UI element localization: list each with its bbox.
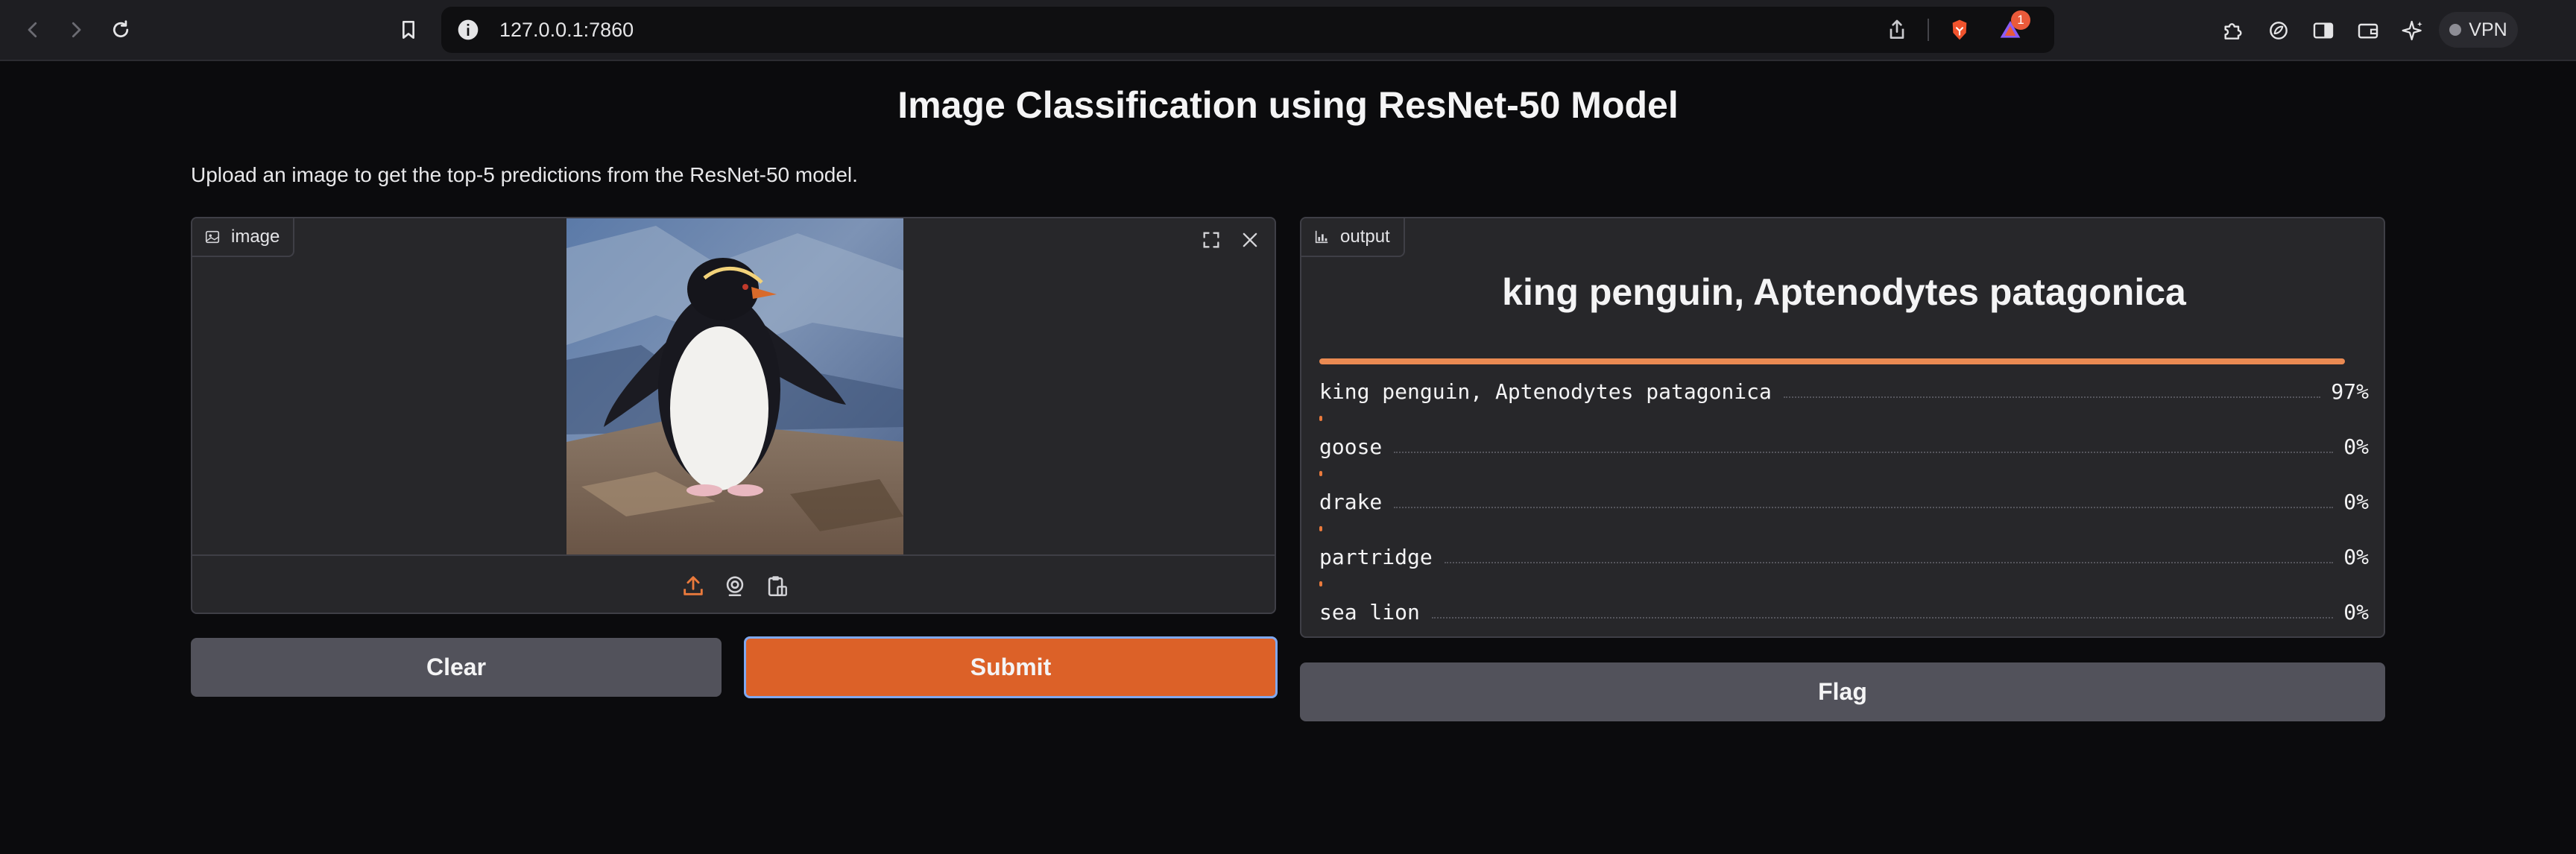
image-input-panel[interactable]: image <box>191 217 1276 614</box>
reload-icon <box>113 20 129 38</box>
wallet-icon <box>2358 23 2378 39</box>
clipboard-icon[interactable] <box>764 573 789 598</box>
confidence-bar <box>1319 471 1322 476</box>
confidence-row[interactable]: drake 0% <box>1319 471 2369 526</box>
image-source-toolbar <box>192 554 1275 613</box>
chevron-left-icon <box>28 22 37 38</box>
confidence-bar <box>1319 416 1322 421</box>
close-icon <box>1243 233 1257 247</box>
uploaded-image-preview <box>566 218 903 554</box>
confidence-bar <box>1319 581 1322 586</box>
page-description: Upload an image to get the top-5 predict… <box>191 163 858 186</box>
chevron-right-icon <box>72 22 81 38</box>
confidence-percent: 0% <box>2343 434 2369 459</box>
back-button[interactable] <box>16 13 49 46</box>
confidence-row[interactable]: king penguin, Aptenodytes patagonica 97% <box>1319 361 2369 416</box>
confidence-percent: 0% <box>2343 545 2369 569</box>
reload-button[interactable] <box>104 13 137 46</box>
vpn-status-icon <box>2449 24 2462 36</box>
class-label: king penguin, Aptenodytes patagonica <box>1319 379 1772 404</box>
confidence-line: drake 0% <box>1319 487 2369 514</box>
brave-lion-icon <box>1952 19 1967 40</box>
expand-icon <box>1203 232 1219 248</box>
class-label: goose <box>1319 434 1383 459</box>
leader-dots <box>1394 452 2334 453</box>
penguin-photo <box>566 218 903 554</box>
confidence-bar <box>1319 526 1322 531</box>
sparkle-icon <box>2402 20 2422 41</box>
extensions-button[interactable] <box>2218 16 2247 45</box>
leader-dots <box>1394 507 2334 508</box>
confidence-percent: 0% <box>2343 490 2369 514</box>
notification-badge: 1 <box>2011 10 2030 30</box>
flag-button[interactable]: Flag <box>1300 662 2385 721</box>
confidence-row[interactable]: sea lion 0% <box>1319 581 2369 636</box>
image-icon <box>205 230 220 244</box>
output-label-text: output <box>1340 227 1390 247</box>
class-label: sea lion <box>1319 600 1420 624</box>
bookmark-button[interactable] <box>394 15 423 45</box>
bookmark-icon <box>402 21 414 39</box>
confidence-percent: 0% <box>2343 600 2369 624</box>
image-label-text: image <box>231 227 280 247</box>
output-label-tab: output <box>1301 218 1405 257</box>
leo-button[interactable] <box>2264 16 2293 45</box>
confidence-line: partridge 0% <box>1319 543 2369 569</box>
url-text[interactable]: 127.0.0.1:7860 <box>499 7 634 53</box>
webcam-icon[interactable] <box>722 573 748 598</box>
wallet-button[interactable] <box>2354 16 2382 45</box>
address-bar-divider <box>1928 19 1929 41</box>
confidence-line: sea lion 0% <box>1319 598 2369 624</box>
output-panel: output king penguin, Aptenodytes patagon… <box>1300 217 2385 638</box>
share-icon <box>1890 19 1904 39</box>
top-prediction-label: king penguin, Aptenodytes patagonica <box>1502 271 2186 313</box>
image-label-tab: image <box>192 218 295 257</box>
ai-assistant-button[interactable] <box>2399 16 2427 45</box>
confidence-line: king penguin, Aptenodytes patagonica 97% <box>1319 377 2369 404</box>
confidence-row[interactable]: goose 0% <box>1319 416 2369 471</box>
bar-chart-icon <box>1315 230 1328 244</box>
leader-dots <box>1444 562 2334 563</box>
browser-toolbar: 127.0.0.1:7860 1 VPN <box>0 0 2576 61</box>
share-button[interactable] <box>1884 17 1910 42</box>
vpn-button[interactable]: VPN <box>2439 12 2518 48</box>
confidence-row[interactable]: partridge 0% <box>1319 526 2369 581</box>
image-corner-controls <box>1196 224 1266 256</box>
brave-shields-button[interactable] <box>1945 16 1974 44</box>
site-info-icon[interactable] <box>456 18 480 42</box>
remove-image-button[interactable] <box>1234 224 1266 256</box>
upload-icon[interactable] <box>681 573 706 598</box>
vpn-label: VPN <box>2469 19 2507 40</box>
leader-dots <box>1431 617 2334 619</box>
fullscreen-button[interactable] <box>1196 224 1227 256</box>
leader-dots <box>1783 396 2321 398</box>
sidebar-toggle-button[interactable] <box>2309 16 2337 45</box>
address-bar[interactable]: 127.0.0.1:7860 <box>441 7 2054 53</box>
sidebar-icon <box>2313 22 2334 39</box>
puzzle-icon <box>2224 23 2242 39</box>
confidence-percent: 97% <box>2331 379 2369 404</box>
forward-button[interactable] <box>60 13 92 46</box>
class-label: drake <box>1319 490 1383 514</box>
page-title: Image Classification using ResNet-50 Mod… <box>897 84 1679 126</box>
class-label: partridge <box>1319 545 1433 569</box>
clear-button[interactable]: Clear <box>191 638 722 697</box>
leaf-icon <box>2270 22 2288 39</box>
confidence-line: goose 0% <box>1319 432 2369 459</box>
submit-button[interactable]: Submit <box>744 636 1278 698</box>
